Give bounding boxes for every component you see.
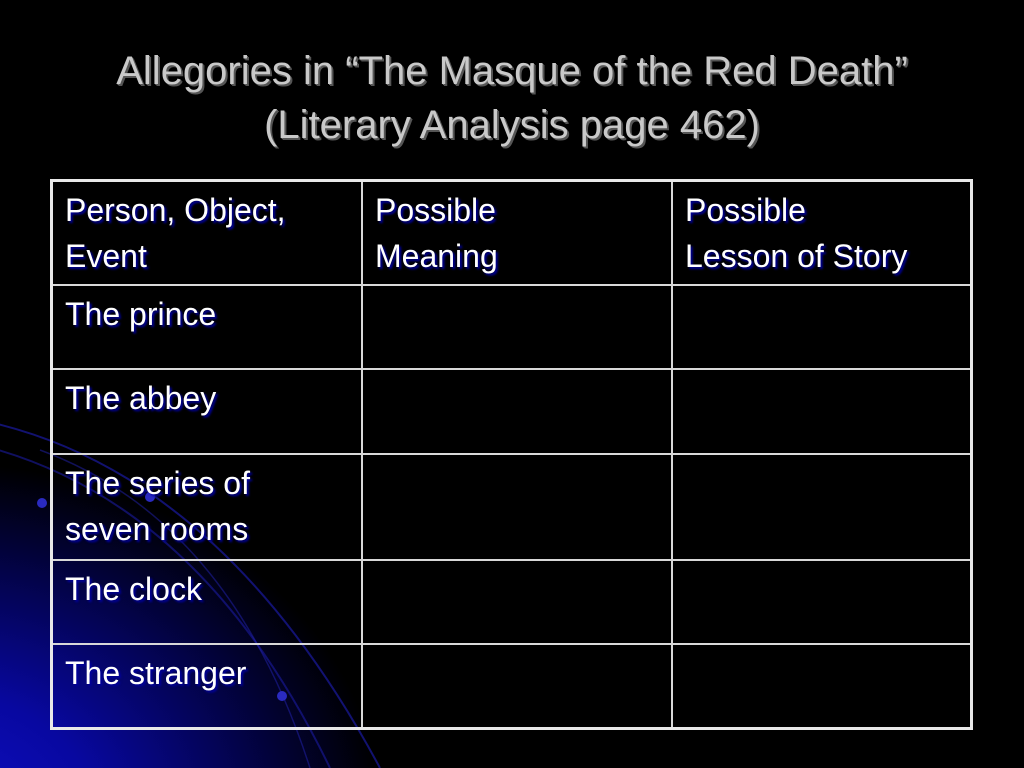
lesson-cell bbox=[671, 558, 973, 645]
slide-title: Allegories in “The Masque of the Red Dea… bbox=[0, 44, 1024, 152]
lesson-cell bbox=[671, 642, 973, 730]
meaning-cell bbox=[361, 452, 673, 561]
title-line-1: Allegories in “The Masque of the Red Dea… bbox=[116, 49, 908, 93]
table-row: The clock bbox=[50, 558, 973, 645]
meaning-cell bbox=[361, 367, 673, 455]
item-cell: The stranger bbox=[50, 642, 363, 730]
arc-dot bbox=[37, 498, 47, 508]
lesson-cell bbox=[671, 452, 973, 561]
meaning-cell bbox=[361, 283, 673, 370]
table-row: The prince bbox=[50, 283, 973, 370]
allegory-table: Person, Object, Event Possible Meaning P… bbox=[50, 179, 973, 730]
lesson-cell bbox=[671, 367, 973, 455]
table-row: The abbey bbox=[50, 367, 973, 455]
table-header-row: Person, Object, Event Possible Meaning P… bbox=[50, 179, 973, 286]
item-cell: The clock bbox=[50, 558, 363, 645]
header-cell-possible-meaning: Possible Meaning bbox=[361, 179, 673, 286]
table-row: The stranger bbox=[50, 642, 973, 730]
title-line-2: (Literary Analysis page 462) bbox=[264, 103, 760, 147]
table-row: The series of seven rooms bbox=[50, 452, 973, 561]
meaning-cell bbox=[361, 642, 673, 730]
meaning-cell bbox=[361, 558, 673, 645]
item-cell: The series of seven rooms bbox=[50, 452, 363, 561]
header-cell-person-object-event: Person, Object, Event bbox=[50, 179, 363, 286]
lesson-cell bbox=[671, 283, 973, 370]
item-cell: The abbey bbox=[50, 367, 363, 455]
header-cell-possible-lesson: Possible Lesson of Story bbox=[671, 179, 973, 286]
item-cell: The prince bbox=[50, 283, 363, 370]
